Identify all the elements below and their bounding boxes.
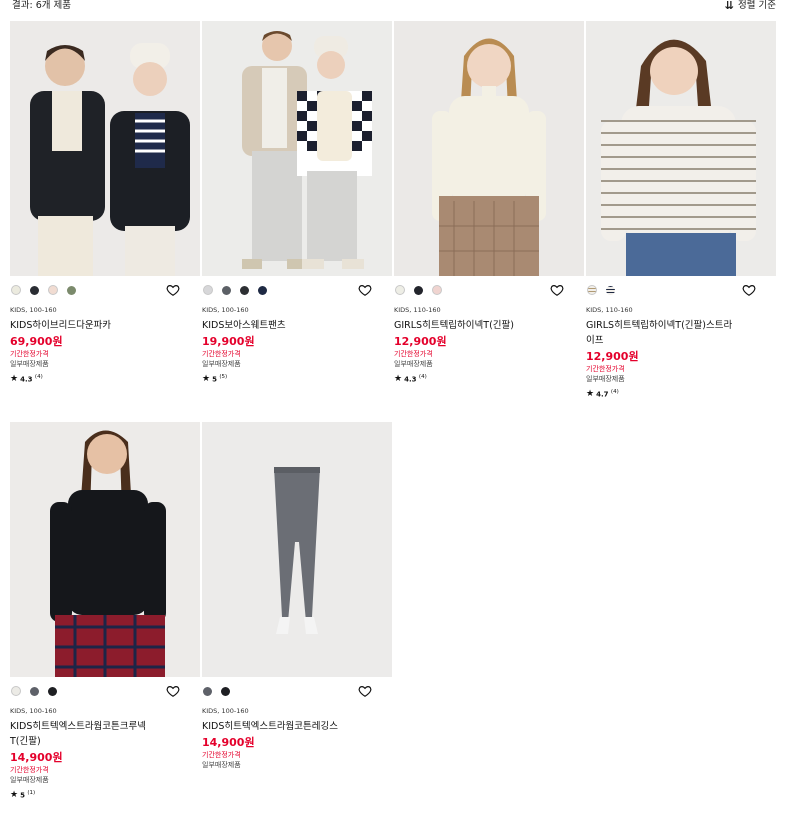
- rating-value: 4.3: [404, 375, 417, 384]
- color-swatch[interactable]: [67, 285, 76, 295]
- product-image[interactable]: [202, 422, 392, 677]
- star-icon: ★: [10, 374, 19, 385]
- color-swatch[interactable]: [414, 285, 423, 295]
- rating: ★ 4.3 (4): [394, 371, 584, 385]
- size-range: KIDS, 100-160: [10, 707, 57, 715]
- availability-label: 일부매장제품: [202, 360, 241, 368]
- promo-label: 기간한정가격: [586, 365, 625, 373]
- size-range: KIDS, 100-160: [202, 306, 249, 314]
- heart-icon[interactable]: [358, 684, 372, 698]
- availability-label: 일부매장제품: [10, 360, 49, 368]
- color-swatch[interactable]: [203, 285, 213, 295]
- color-swatch[interactable]: [221, 686, 230, 696]
- size-range: KIDS, 100-160: [202, 707, 249, 715]
- promo-label: 기간한정가격: [394, 350, 433, 358]
- rating: ★ 5 (5): [202, 371, 392, 385]
- review-count: (4): [418, 374, 427, 380]
- product-name[interactable]: KIDS하이브리드다운파카: [10, 318, 160, 333]
- color-swatch[interactable]: [240, 285, 249, 295]
- color-swatch[interactable]: [30, 686, 39, 696]
- color-swatch[interactable]: [432, 285, 442, 295]
- promo-label: 기간한정가격: [10, 350, 49, 358]
- color-swatch[interactable]: [587, 285, 597, 295]
- review-count: (4): [610, 389, 619, 395]
- star-icon: ★: [394, 374, 403, 385]
- product-image[interactable]: [394, 21, 584, 276]
- color-swatch[interactable]: [395, 285, 405, 295]
- size-range: KIDS, 100-160: [10, 306, 57, 314]
- review-count: (1): [27, 790, 36, 796]
- availability-label: 일부매장제품: [394, 360, 433, 368]
- results-toolbar: 결과: 6개 제품 ⇊ 정렬 기준: [0, 0, 806, 14]
- product-name[interactable]: GIRLS히트텍립하이넥T(긴팔)스트라이프: [586, 318, 736, 348]
- review-count: (4): [34, 374, 43, 380]
- rating: ★ 4.3 (4): [10, 371, 200, 385]
- color-swatch[interactable]: [11, 285, 21, 295]
- product-image[interactable]: [10, 21, 200, 276]
- heart-icon[interactable]: [358, 283, 372, 297]
- color-swatch[interactable]: [203, 686, 212, 696]
- star-icon: ★: [10, 790, 19, 801]
- color-swatch[interactable]: [48, 686, 57, 696]
- product-name[interactable]: KIDS히트텍엑스트라웜코튼레깅스: [202, 719, 352, 734]
- rating: ★ 4.7 (4): [586, 386, 776, 400]
- star-icon: ★: [202, 374, 211, 385]
- heart-icon[interactable]: [166, 283, 180, 297]
- result-count: 결과: 6개 제품: [12, 0, 71, 11]
- color-swatch[interactable]: [606, 285, 615, 295]
- heart-icon[interactable]: [742, 283, 756, 297]
- product-price: 19,900원: [202, 335, 255, 348]
- rating-value: 5: [20, 791, 25, 800]
- review-count: (5): [219, 374, 228, 380]
- availability-label: 일부매장제품: [586, 375, 625, 383]
- color-swatch[interactable]: [222, 285, 231, 295]
- sort-label: 정렬 기준: [738, 0, 776, 11]
- product-price: 12,900원: [586, 350, 639, 363]
- availability-label: 일부매장제품: [202, 761, 241, 769]
- product-name[interactable]: GIRLS히트텍립하이넥T(긴팔): [394, 318, 544, 333]
- product-name[interactable]: KIDS히트텍엑스트라웜코튼크루넥T(긴팔): [10, 719, 160, 749]
- product-image[interactable]: [586, 21, 776, 276]
- color-swatch[interactable]: [258, 285, 267, 295]
- product-price: 14,900원: [202, 736, 255, 749]
- color-swatch[interactable]: [48, 285, 58, 295]
- color-swatch[interactable]: [30, 285, 39, 295]
- color-swatch[interactable]: [11, 686, 21, 696]
- rating-value: 4.3: [20, 375, 33, 384]
- heart-icon[interactable]: [550, 283, 564, 297]
- sort-button[interactable]: ⇊ 정렬 기준: [725, 0, 776, 12]
- sort-descending-icon: ⇊: [724, 0, 734, 12]
- star-icon: ★: [586, 389, 595, 400]
- availability-label: 일부매장제품: [10, 776, 49, 784]
- heart-icon[interactable]: [166, 684, 180, 698]
- rating-value: 4.7: [596, 390, 609, 399]
- product-price: 69,900원: [10, 335, 63, 348]
- product-image[interactable]: [10, 422, 200, 677]
- promo-label: 기간한정가격: [202, 350, 241, 358]
- size-range: KIDS, 110-160: [586, 306, 633, 314]
- product-image[interactable]: [202, 21, 392, 276]
- rating-value: 5: [212, 375, 217, 384]
- product-price: 12,900원: [394, 335, 447, 348]
- promo-label: 기간한정가격: [10, 766, 49, 774]
- size-range: KIDS, 110-160: [394, 306, 441, 314]
- product-name[interactable]: KIDS보아스웨트팬츠: [202, 318, 352, 333]
- rating: ★ 5 (1): [10, 787, 200, 801]
- product-price: 14,900원: [10, 751, 63, 764]
- promo-label: 기간한정가격: [202, 751, 241, 759]
